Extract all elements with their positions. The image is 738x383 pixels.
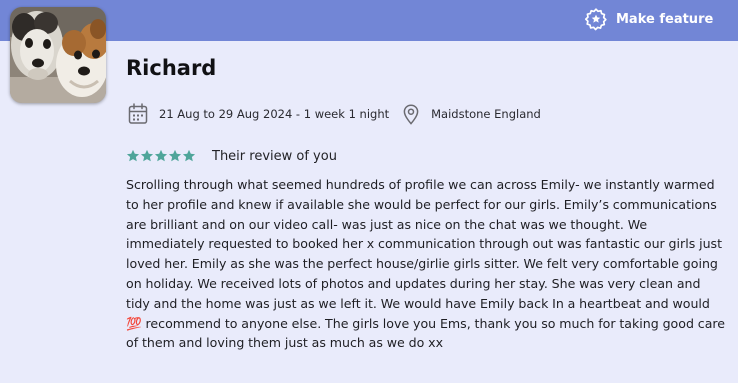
make-feature-label: Make feature	[616, 11, 714, 27]
star-icon	[168, 149, 182, 162]
avatar	[10, 7, 106, 103]
reviewer-name: Richard	[126, 56, 217, 80]
star-rating	[126, 149, 196, 163]
rating-label: Their review of you	[212, 148, 337, 164]
star-icon	[182, 149, 196, 162]
gear-star-icon	[584, 7, 608, 31]
stay-location: Maidstone England	[431, 107, 541, 121]
review-text-part: Scrolling through what seemed hundreds o…	[126, 177, 723, 311]
review-text-part: recommend to anyone else. The girls love…	[126, 315, 726, 351]
stay-details: 21 Aug to 29 Aug 2024 - 1 week 1 night M…	[128, 103, 541, 125]
hundred-emoji: 💯	[126, 315, 142, 331]
star-icon	[126, 149, 140, 162]
location-icon	[389, 103, 431, 125]
calendar-icon	[128, 103, 159, 125]
stay-dates: 21 Aug to 29 Aug 2024 - 1 week 1 night	[159, 107, 390, 121]
header-bar: Make feature	[0, 0, 738, 41]
star-icon	[154, 149, 168, 162]
review-text: Scrolling through what seemed hundreds o…	[126, 175, 728, 353]
make-feature-button[interactable]: Make feature	[584, 7, 713, 31]
rating-row: Their review of you	[126, 146, 337, 166]
review-card: Make feature Richard 21 Aug to 29 Aug 20…	[0, 0, 738, 383]
star-icon	[140, 149, 154, 162]
